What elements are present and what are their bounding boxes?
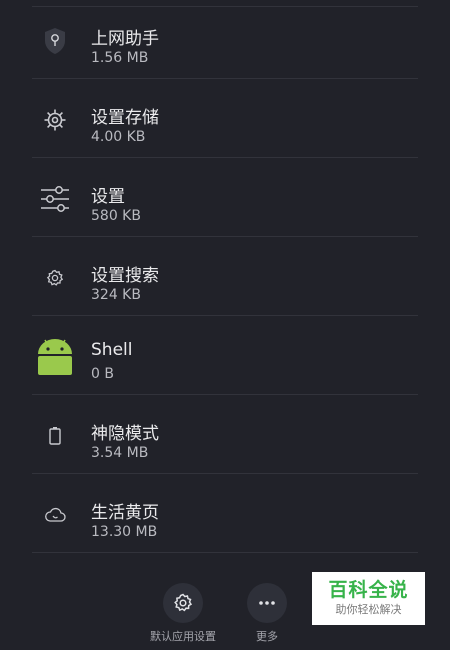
settings-storage-gear-icon [34,99,76,141]
app-size: 4.00 KB [91,129,146,145]
app-row-settings[interactable]: 设置 580 KB [0,158,450,237]
more-dots-icon [247,583,287,623]
default-apps-settings-button[interactable]: 默认应用设置 [150,583,216,644]
android-icon [34,336,76,378]
watermark-title: 百科全说 [328,579,409,601]
settings-sliders-icon [34,178,76,220]
more-button[interactable]: 更多 [247,583,287,644]
battery-icon [34,415,76,457]
app-row-settings-storage[interactable]: 设置存储 4.00 KB [0,79,450,158]
app-size: 3.54 MB [91,445,149,461]
app-size: 0 B [91,366,114,382]
app-size: 1.56 MB [91,50,149,66]
watermark-subtitle: 助你轻松解决 [335,603,402,616]
app-name: 神隐模式 [91,424,159,444]
app-name: 生活黄页 [91,503,159,523]
app-row-yellow-pages[interactable]: 生活黄页 13.30 MB [0,474,450,553]
settings-search-gear-icon [34,257,76,299]
app-row-shell[interactable]: Shell 0 B [0,316,450,395]
more-label: 更多 [256,630,278,643]
app-name: 设置存储 [91,108,159,128]
app-row-stealth-mode[interactable]: 神隐模式 3.54 MB [0,395,450,474]
app-size: 580 KB [91,208,141,224]
app-name: 设置搜索 [91,266,159,286]
app-name: Shell [91,340,133,360]
app-size: 13.30 MB [91,524,158,540]
app-row-settings-search[interactable]: 设置搜索 324 KB [0,237,450,316]
app-row-network-assistant[interactable]: 上网助手 1.56 MB [0,0,450,79]
app-name: 设置 [91,187,125,207]
default-apps-settings-label: 默认应用设置 [150,630,216,643]
divider [32,552,418,553]
cloud-phone-icon [34,494,76,536]
app-size: 324 KB [91,287,141,303]
network-assistant-icon [34,20,76,62]
watermark-logo: 百科全说 助你轻松解决 [312,572,425,625]
app-name: 上网助手 [91,29,159,49]
gear-icon [163,583,203,623]
